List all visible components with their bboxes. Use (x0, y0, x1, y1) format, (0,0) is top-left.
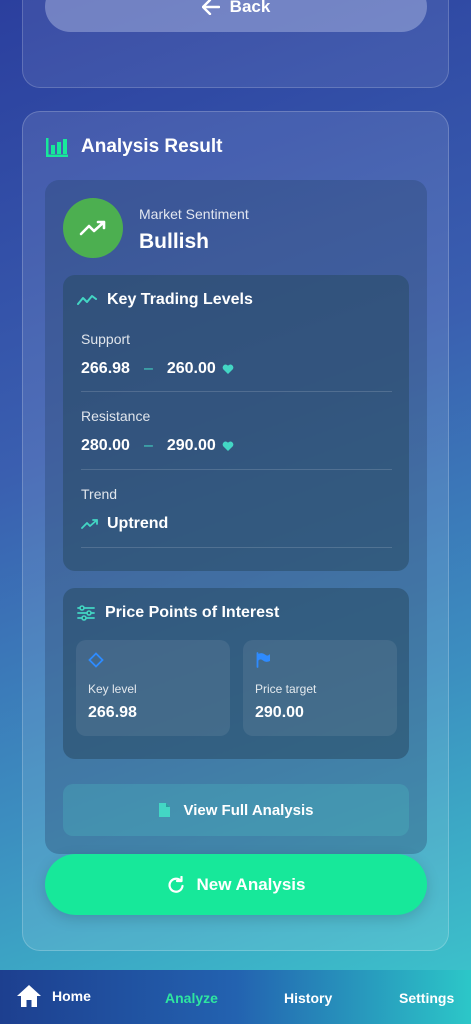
trend-label: Trend (81, 486, 118, 502)
nav-analyze[interactable]: Analyze (165, 990, 218, 1006)
trend-value: Uptrend (107, 515, 169, 532)
heart-pulse-icon (222, 441, 234, 451)
analysis-result-header: Analysis Result (45, 136, 223, 158)
view-full-analysis-button[interactable]: View Full Analysis (63, 784, 409, 836)
key-trading-levels-title: Key Trading Levels (107, 291, 253, 308)
view-full-analysis-label: View Full Analysis (183, 801, 314, 819)
arrow-left-icon (201, 0, 220, 15)
back-button[interactable]: Back (45, 0, 427, 32)
range-dash: – (143, 360, 153, 377)
trending-up-icon (81, 519, 98, 529)
price-target-box: Price target 290.00 (243, 640, 397, 736)
nav-home[interactable]: Home (16, 984, 91, 1008)
support-values: 266.98 – 260.00 (81, 360, 234, 378)
resistance-values: 280.00 – 290.00 (81, 437, 234, 455)
nav-home-label: Home (52, 988, 91, 1004)
range-dash: – (143, 437, 153, 454)
analysis-result-title: Analysis Result (81, 136, 223, 157)
back-card: Back (22, 0, 449, 88)
support-low-value: 266.98 (81, 360, 130, 377)
nav-history[interactable]: History (284, 990, 332, 1006)
trending-up-icon (63, 198, 123, 258)
divider (81, 469, 392, 470)
analysis-inner-card: Market Sentiment Bullish Key Trading Lev… (45, 180, 427, 854)
bottom-nav: Home Analyze History Settings (0, 970, 471, 1024)
heart-pulse-icon (222, 364, 234, 374)
resistance-label: Resistance (81, 408, 151, 424)
sliders-icon (77, 605, 95, 621)
sentiment-label: Market Sentiment (139, 206, 249, 222)
document-icon (159, 803, 171, 817)
analysis-result-card: Analysis Result Market Sentiment Bullish… (22, 111, 449, 951)
price-points-title: Price Points of Interest (105, 604, 280, 621)
support-high-value: 260.00 (166, 360, 216, 377)
support-label: Support (81, 331, 131, 347)
key-level-box: Key level 266.98 (76, 640, 230, 736)
bar-chart-icon (46, 138, 68, 157)
trend-value-row: Uptrend (81, 515, 168, 533)
resistance-low-value: 280.00 (81, 437, 130, 454)
refresh-icon (168, 875, 184, 893)
key-level-label: Key level (88, 682, 137, 696)
key-level-value: 266.98 (88, 704, 137, 721)
key-trading-levels-header: Key Trading Levels (77, 291, 253, 309)
home-icon (17, 985, 41, 1007)
price-target-value: 290.00 (255, 704, 304, 721)
resistance-high-value: 290.00 (166, 437, 216, 454)
price-points-card: Price Points of Interest Key level 266.9… (63, 588, 409, 759)
divider (81, 391, 392, 392)
new-analysis-label: New Analysis (196, 874, 306, 894)
sentiment-value: Bullish (139, 230, 210, 253)
nav-settings[interactable]: Settings (399, 990, 454, 1006)
diamond-icon (88, 652, 104, 668)
back-button-label: Back (229, 0, 271, 16)
divider (81, 547, 392, 548)
price-target-label: Price target (255, 682, 317, 696)
new-analysis-button[interactable]: New Analysis (45, 854, 427, 915)
flag-icon (256, 652, 270, 668)
price-points-header: Price Points of Interest (77, 604, 279, 622)
trend-line-icon (77, 295, 97, 305)
key-trading-levels-card: Key Trading Levels Support 266.98 – 260.… (63, 275, 409, 571)
